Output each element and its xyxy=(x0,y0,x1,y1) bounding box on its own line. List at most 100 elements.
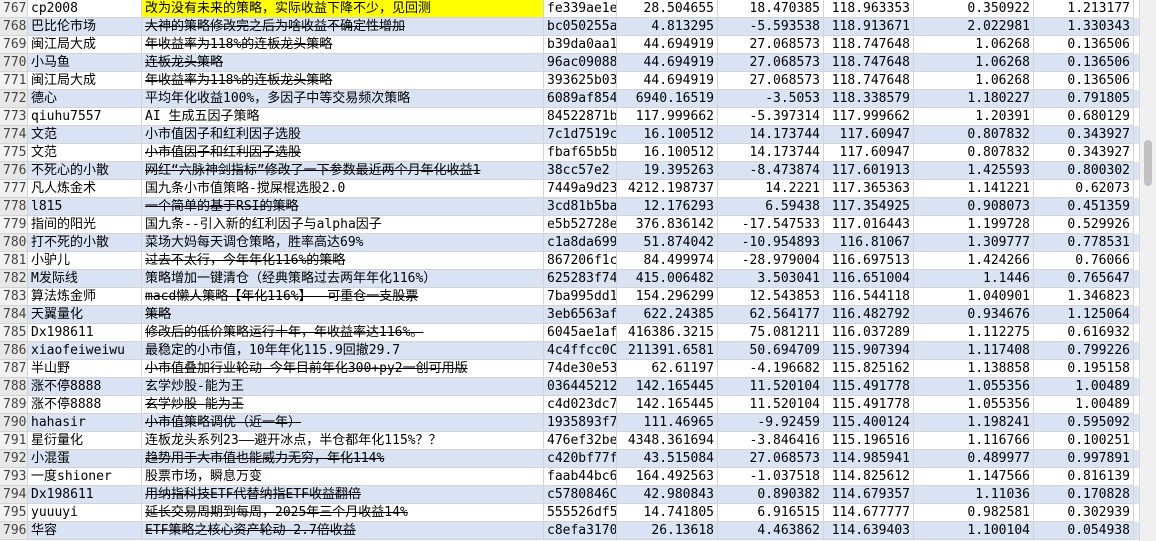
value-cell-a[interactable]: 16.100512 xyxy=(617,144,718,162)
author-cell[interactable]: yuuuyi xyxy=(28,504,142,522)
value-cell-e[interactable]: 0.343927 xyxy=(1034,144,1134,162)
value-cell-b[interactable]: 14.173744 xyxy=(718,144,824,162)
value-cell-d[interactable]: 0.350922 xyxy=(914,0,1034,18)
row-number[interactable]: 779 xyxy=(0,216,28,234)
row-number[interactable]: 774 xyxy=(0,126,28,144)
value-cell-b[interactable]: -1.037518 xyxy=(718,468,824,486)
row-number[interactable]: 796 xyxy=(0,522,28,540)
strategy-id-cell[interactable]: 555526df5 xyxy=(544,504,617,522)
value-cell-e[interactable]: 0.100251 xyxy=(1034,432,1134,450)
strategy-id-cell[interactable]: 7ba995dd1 xyxy=(544,288,617,306)
strategy-name-cell[interactable]: 一个简单的基于RSI的策略 xyxy=(142,198,544,216)
value-cell-a[interactable]: 142.165445 xyxy=(617,378,718,396)
row-number[interactable]: 772 xyxy=(0,90,28,108)
value-cell-d[interactable]: 1.425593 xyxy=(914,162,1034,180)
strategy-id-cell[interactable]: 74de30e53 xyxy=(544,360,617,378)
row-number[interactable]: 771 xyxy=(0,72,28,90)
value-cell-e[interactable]: 1.125064 xyxy=(1034,306,1134,324)
value-cell-c[interactable]: 116.81067 xyxy=(824,234,914,252)
value-cell-d[interactable]: 1.1446 xyxy=(914,270,1034,288)
strategy-name-cell[interactable]: 趋势用于大市值也能威力无穷，年化114% xyxy=(142,450,544,468)
value-cell-e[interactable]: 0.170828 xyxy=(1034,486,1134,504)
strategy-id-cell[interactable]: fe339ae1e xyxy=(544,0,617,18)
row-number[interactable]: 776 xyxy=(0,162,28,180)
value-cell-a[interactable]: 117.999662 xyxy=(617,108,718,126)
table-row[interactable]: 780 打不死的小散 菜场大妈每天调仓策略，胜率高达69% c1a8da699 51.8… xyxy=(0,234,1140,252)
table-row[interactable]: 791 星衍量化 连板龙头系列23——避开冰点，半仓都年化115%？？ 476ef32… xyxy=(0,432,1140,450)
author-cell[interactable]: 星衍量化 xyxy=(28,432,142,450)
strategy-name-cell[interactable]: 国九条小市值策略-搅屎棍选股2.0 xyxy=(142,180,544,198)
author-cell[interactable]: 小驴儿 xyxy=(28,252,142,270)
row-number[interactable]: 794 xyxy=(0,486,28,504)
value-cell-c[interactable]: 114.985941 xyxy=(824,450,914,468)
strategy-name-cell[interactable]: AI 生成五因子策略 xyxy=(142,108,544,126)
value-cell-e[interactable]: 1.213177 xyxy=(1034,0,1134,18)
strategy-name-cell[interactable]: 延长交易周期到每周，2025年三个月收益14% xyxy=(142,504,544,522)
value-cell-a[interactable]: 111.46965 xyxy=(617,414,718,432)
strategy-name-cell[interactable]: 小市值策略调优（近一年） xyxy=(142,414,544,432)
row-number[interactable]: 767 xyxy=(0,0,28,18)
value-cell-a[interactable]: 416386.3215 xyxy=(617,324,718,342)
value-cell-e[interactable]: 0.529926 xyxy=(1034,216,1134,234)
value-cell-d[interactable]: 1.199728 xyxy=(914,216,1034,234)
value-cell-d[interactable]: 1.040901 xyxy=(914,288,1034,306)
strategy-name-cell[interactable]: macd懒人策略【年化116%】——可重仓一支股票 xyxy=(142,288,544,306)
value-cell-e[interactable]: 1.346823 xyxy=(1034,288,1134,306)
strategy-id-cell[interactable]: c5780846C xyxy=(544,486,617,504)
value-cell-a[interactable]: 4.813295 xyxy=(617,18,718,36)
value-cell-c[interactable]: 117.354925 xyxy=(824,198,914,216)
value-cell-e[interactable]: 1.00489 xyxy=(1034,396,1134,414)
value-cell-c[interactable]: 114.825612 xyxy=(824,468,914,486)
value-cell-d[interactable]: 1.20391 xyxy=(914,108,1034,126)
value-cell-d[interactable]: 1.198241 xyxy=(914,414,1034,432)
table-row[interactable]: 769 闽江局大成 年收益率为118%的连板龙头策略 b39da0aa1 44.6949… xyxy=(0,36,1140,54)
author-cell[interactable]: 凡人炼金术 xyxy=(28,180,142,198)
value-cell-b[interactable]: 62.564177 xyxy=(718,306,824,324)
value-cell-a[interactable]: 44.694919 xyxy=(617,72,718,90)
value-cell-e[interactable]: 0.195158 xyxy=(1034,360,1134,378)
value-cell-b[interactable]: 27.068573 xyxy=(718,36,824,54)
value-cell-c[interactable]: 118.338579 xyxy=(824,90,914,108)
value-cell-d[interactable]: 1.112275 xyxy=(914,324,1034,342)
author-cell[interactable]: Dx198611 xyxy=(28,486,142,504)
value-cell-c[interactable]: 114.639403 xyxy=(824,522,914,540)
value-cell-d[interactable]: 1.06268 xyxy=(914,36,1034,54)
strategy-id-cell[interactable]: b39da0aa1 xyxy=(544,36,617,54)
strategy-name-cell[interactable]: 最稳定的小市值，10年年化115.9回撤29.7 xyxy=(142,342,544,360)
row-number[interactable]: 781 xyxy=(0,252,28,270)
row-number[interactable]: 773 xyxy=(0,108,28,126)
value-cell-b[interactable]: -3.5053 xyxy=(718,90,824,108)
value-cell-a[interactable]: 51.874042 xyxy=(617,234,718,252)
table-row[interactable]: 775 文范 小市值因子和红利因子选股 fbaf65b5b 16.100512 14.17… xyxy=(0,144,1140,162)
value-cell-b[interactable]: 75.081211 xyxy=(718,324,824,342)
table-row[interactable]: 793 一度shioner 股票市场，瞬息万变 faab44bc6 164.492563… xyxy=(0,468,1140,486)
strategy-name-cell[interactable]: 网红“六脉神剑指标”修改了一下参数最近两个月年化收益1 xyxy=(142,162,544,180)
row-number[interactable]: 784 xyxy=(0,306,28,324)
value-cell-c[interactable]: 117.016443 xyxy=(824,216,914,234)
table-row[interactable]: 778 l815 一个简单的基于RSI的策略 3cd81b5ba 12.176293 6.… xyxy=(0,198,1140,216)
value-cell-b[interactable]: 27.068573 xyxy=(718,450,824,468)
value-cell-a[interactable]: 44.694919 xyxy=(617,54,718,72)
row-number[interactable]: 787 xyxy=(0,360,28,378)
value-cell-c[interactable]: 114.677777 xyxy=(824,504,914,522)
strategy-name-cell[interactable]: 股票市场，瞬息万变 xyxy=(142,468,544,486)
table-row[interactable]: 792 小混蛋 趋势用于大市值也能威力无穷，年化114% c420bf77f 43.51… xyxy=(0,450,1140,468)
value-cell-b[interactable]: -17.547533 xyxy=(718,216,824,234)
value-cell-a[interactable]: 62.61197 xyxy=(617,360,718,378)
strategy-id-cell[interactable]: 4c4ffcc0C xyxy=(544,342,617,360)
value-cell-a[interactable]: 42.980843 xyxy=(617,486,718,504)
value-cell-d[interactable]: 0.934676 xyxy=(914,306,1034,324)
value-cell-d[interactable]: 1.138858 xyxy=(914,360,1034,378)
strategy-name-cell[interactable]: 小市值因子和红利因子选股 xyxy=(142,144,544,162)
vertical-scrollbar[interactable] xyxy=(1139,0,1156,541)
value-cell-d[interactable]: 1.147566 xyxy=(914,468,1034,486)
value-cell-b[interactable]: 11.520104 xyxy=(718,378,824,396)
scrollbar-thumb[interactable] xyxy=(1144,140,1152,186)
strategy-id-cell[interactable]: 7c1d7519c xyxy=(544,126,617,144)
row-number[interactable]: 793 xyxy=(0,468,28,486)
value-cell-a[interactable]: 26.13618 xyxy=(617,522,718,540)
table-row[interactable]: 794 Dx198611 用纳指科技ETF代替纳指ETF收益翻倍 c5780846C 4… xyxy=(0,486,1140,504)
table-row[interactable]: 786 xiaofeiweiwu 最稳定的小市值，10年年化115.9回撤29.7 4… xyxy=(0,342,1140,360)
value-cell-a[interactable]: 12.176293 xyxy=(617,198,718,216)
value-cell-b[interactable]: -8.473874 xyxy=(718,162,824,180)
